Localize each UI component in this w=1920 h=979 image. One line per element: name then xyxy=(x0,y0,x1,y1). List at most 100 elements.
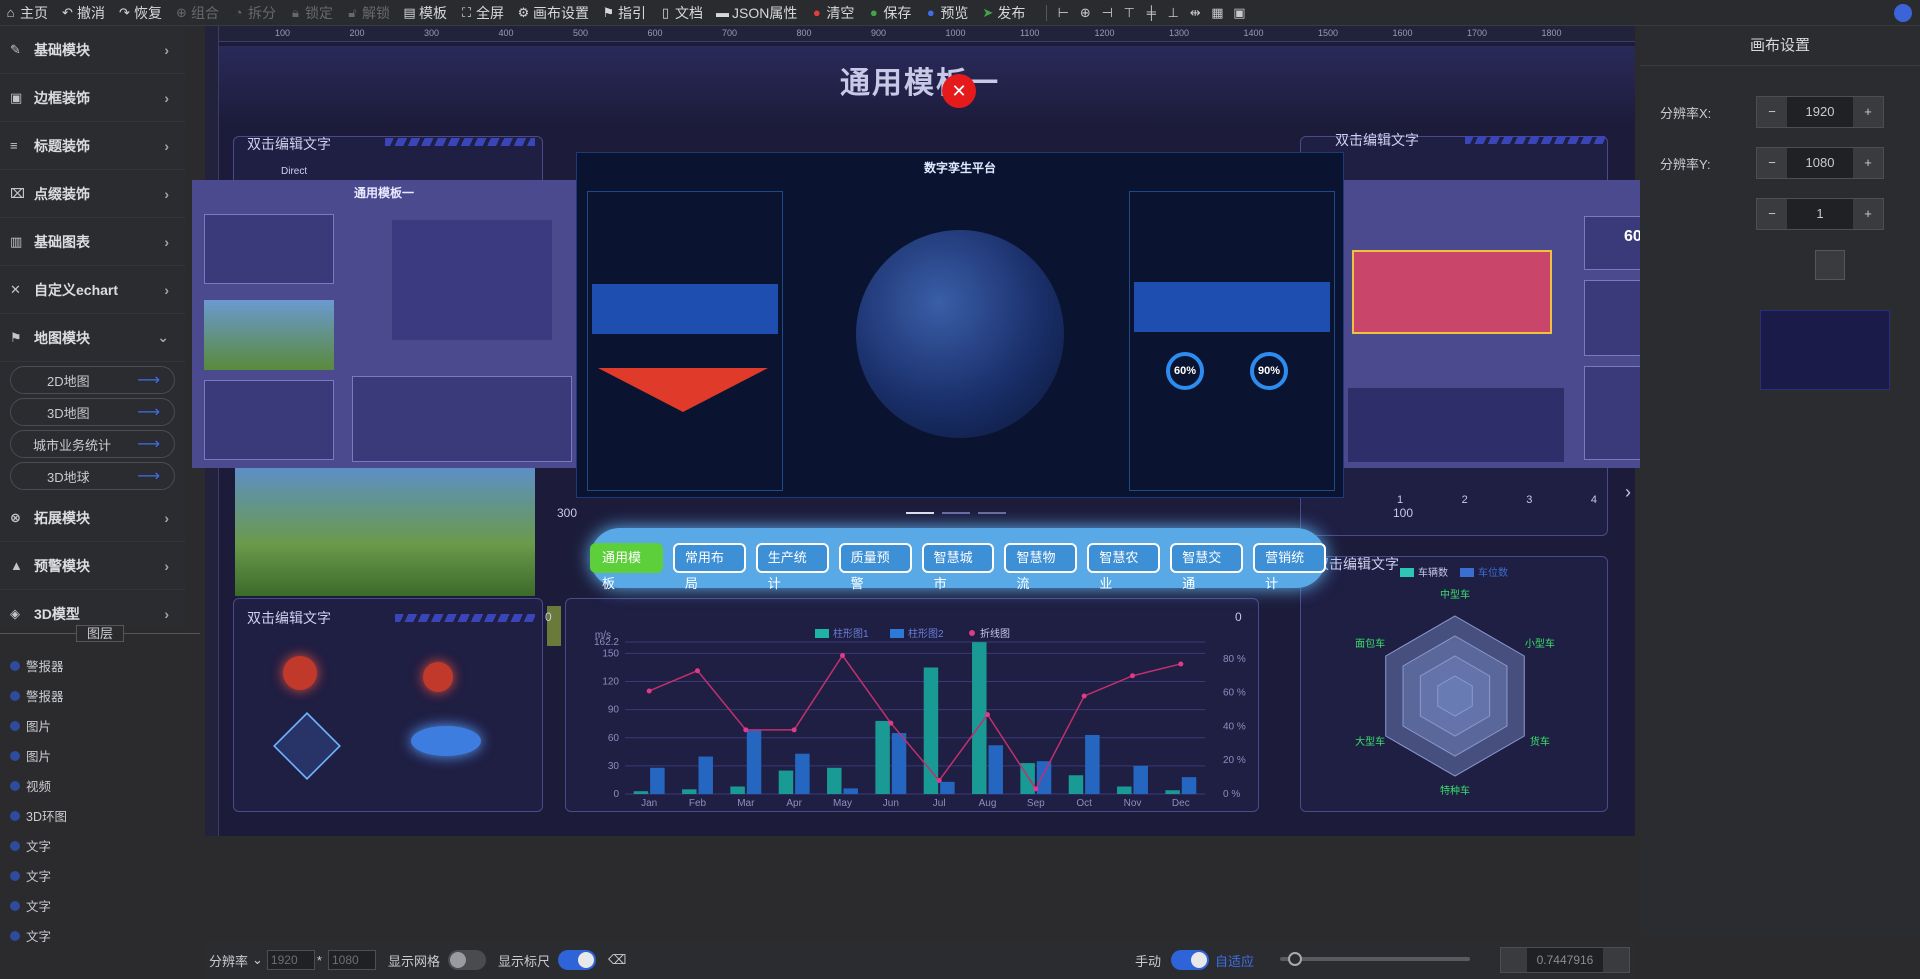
video-image[interactable] xyxy=(235,466,535,596)
template-tab[interactable]: 智慧城市 xyxy=(921,543,995,591)
layer-icon xyxy=(10,660,20,671)
category-3d-model[interactable]: ◈ 3D模型 › xyxy=(0,590,185,626)
category-warning[interactable]: ▲ 预警模块 › xyxy=(0,542,185,590)
grid-toggle[interactable] xyxy=(448,950,486,970)
align-left-icon[interactable]: ⊢ xyxy=(1055,5,1071,21)
category-map[interactable]: ⚑ 地图模块 ⌄ xyxy=(0,314,185,362)
plus-icon[interactable]: + xyxy=(1853,199,1883,229)
resolution-y-stepper[interactable]: −1080 + xyxy=(1756,147,1884,179)
map-item-city[interactable]: 城市业务统计 ⟶ xyxy=(10,430,175,458)
carousel-next-icon[interactable]: › xyxy=(1625,482,1631,503)
layers-header: 图层 xyxy=(0,625,200,643)
layer-item[interactable]: 图片 xyxy=(10,716,51,735)
carousel-dot[interactable] xyxy=(906,512,934,514)
flag-icon: ⚑ xyxy=(602,4,615,20)
align-right-icon[interactable]: ⊣ xyxy=(1099,5,1115,21)
plus-icon[interactable]: + xyxy=(1853,148,1883,178)
align-top-icon[interactable]: ⊤ xyxy=(1121,5,1137,21)
template-tab[interactable]: 营销统计 xyxy=(1253,543,1327,591)
layer-item[interactable]: 文字 xyxy=(10,896,51,915)
resolution-x-stepper[interactable]: −1920 + xyxy=(1756,96,1884,128)
unlock-button[interactable]: 🔓︎ 解锁 xyxy=(346,3,390,23)
category-basic[interactable]: ✎ 基础模块 › xyxy=(0,26,185,74)
layer-item[interactable]: 文字 xyxy=(10,926,51,945)
home-button[interactable]: ⌂ 主页 xyxy=(4,3,48,23)
template-tab[interactable]: 质量预警 xyxy=(838,543,912,591)
template-tab[interactable]: 生产统计 xyxy=(755,543,829,591)
scale-stepper[interactable]: −1 + xyxy=(1756,198,1884,230)
minus-icon[interactable]: − xyxy=(1757,97,1787,127)
category-border[interactable]: ▣ 边框装饰 › xyxy=(0,74,185,122)
minus-icon[interactable]: − xyxy=(1757,148,1787,178)
redo-button[interactable]: ↷ 恢复 xyxy=(118,3,162,23)
template-tab[interactable]: 通用模板 xyxy=(590,543,663,591)
zoom-input[interactable]: 0.7447916 xyxy=(1500,947,1630,973)
layer-item[interactable]: 文字 xyxy=(10,836,51,855)
carousel-dot[interactable] xyxy=(978,512,1006,514)
layer-item[interactable]: 警报器 xyxy=(10,656,64,675)
template-tab[interactable]: 智慧物流 xyxy=(1004,543,1078,591)
resolution-x-input[interactable]: 1920 xyxy=(266,950,315,970)
auto-fit-toggle[interactable] xyxy=(1171,950,1209,970)
close-preview-button[interactable]: ✕ xyxy=(942,74,976,108)
undo-button[interactable]: ↶ 撤消 xyxy=(61,3,105,23)
category-decoration[interactable]: ⌧ 点缀装饰 › xyxy=(0,170,185,218)
map-item-3d[interactable]: 3D地图 ⟶ xyxy=(10,398,175,426)
page-title[interactable]: 通用模板一 xyxy=(205,58,1635,102)
plus-icon[interactable]: + xyxy=(1853,97,1883,127)
distribute-h-icon[interactable]: ⇹ xyxy=(1187,5,1203,21)
json-button[interactable]: ▬ JSON属性 xyxy=(716,3,797,23)
group-button[interactable]: ⊕ 组合 xyxy=(175,3,219,23)
mini-table xyxy=(1348,388,1564,462)
layer-item[interactable]: 图片 xyxy=(10,746,51,765)
template-tab[interactable]: 常用布局 xyxy=(672,543,746,591)
map-item-2d[interactable]: 2D地图 ⟶ xyxy=(10,366,175,394)
category-extend[interactable]: ⊗ 拓展模块 › xyxy=(0,494,185,542)
layer-item[interactable]: 视频 xyxy=(10,776,51,795)
zoom-slider[interactable] xyxy=(1280,952,1470,966)
layer-item[interactable]: 文字 xyxy=(10,866,51,885)
background-picker[interactable] xyxy=(1815,250,1845,280)
fit-icon[interactable]: ▣ xyxy=(1231,5,1247,21)
guide-button[interactable]: ⚑ 指引 xyxy=(602,3,646,23)
docs-button[interactable]: ▯ 文档 xyxy=(659,3,703,23)
align-center-icon[interactable]: ⊕ xyxy=(1077,5,1093,21)
chevron-down-icon[interactable]: ⌄ xyxy=(252,952,263,968)
template-tab[interactable]: 智慧交通 xyxy=(1170,543,1244,591)
carousel-dots[interactable] xyxy=(906,512,1006,514)
background-thumbnail[interactable] xyxy=(1760,310,1890,390)
distribute-v-icon[interactable]: ▦ xyxy=(1209,5,1225,21)
carousel-dot[interactable] xyxy=(942,512,970,514)
ungroup-button[interactable]: ◔ 拆分 xyxy=(232,3,276,23)
clear-button[interactable]: ● 清空 xyxy=(810,3,854,23)
plus-icon[interactable] xyxy=(1603,948,1629,972)
alarm-panel[interactable] xyxy=(233,598,543,812)
resolution-y-input[interactable]: 1080 xyxy=(327,950,376,970)
fullscreen-button[interactable]: ⛶ 全屏 xyxy=(460,3,504,23)
align-middle-icon[interactable]: ╪ xyxy=(1143,5,1159,21)
category-title[interactable]: ≡ 标题装饰 › xyxy=(0,122,185,170)
layer-item[interactable]: 警报器 xyxy=(10,686,64,705)
lock-button[interactable]: 🔒︎ 锁定 xyxy=(289,3,333,23)
preview-button[interactable]: ● 预览 xyxy=(924,3,968,23)
category-charts[interactable]: ▥ 基础图表 › xyxy=(0,218,185,266)
light-base-icon xyxy=(411,726,481,756)
template-button[interactable]: ▤ 模板 xyxy=(403,3,447,23)
save-button[interactable]: ● 保存 xyxy=(867,3,911,23)
template-tab[interactable]: 智慧农业 xyxy=(1087,543,1161,591)
align-bottom-icon[interactable]: ⊥ xyxy=(1165,5,1181,21)
category-echart[interactable]: ✕ 自定义echart › xyxy=(0,266,185,314)
x-tick-label: Jul xyxy=(933,798,946,809)
template-preview-left[interactable]: 通用模板一 xyxy=(192,180,576,468)
ruler-toggle[interactable] xyxy=(558,950,597,970)
clear-icon[interactable]: ⌫ xyxy=(608,952,626,968)
minus-icon[interactable]: − xyxy=(1757,199,1787,229)
publish-button[interactable]: ➤ 发布 xyxy=(981,3,1025,23)
gear-icon: ⚙ xyxy=(517,4,530,20)
map-item-globe[interactable]: 3D地球 ⟶ xyxy=(10,462,175,490)
mini-alarm-panel xyxy=(204,380,334,460)
user-avatar[interactable] xyxy=(1894,4,1912,22)
minus-icon[interactable] xyxy=(1501,948,1527,972)
canvas-settings-button[interactable]: ⚙ 画布设置 xyxy=(517,3,589,23)
layer-item[interactable]: 3D环图 xyxy=(10,806,67,825)
